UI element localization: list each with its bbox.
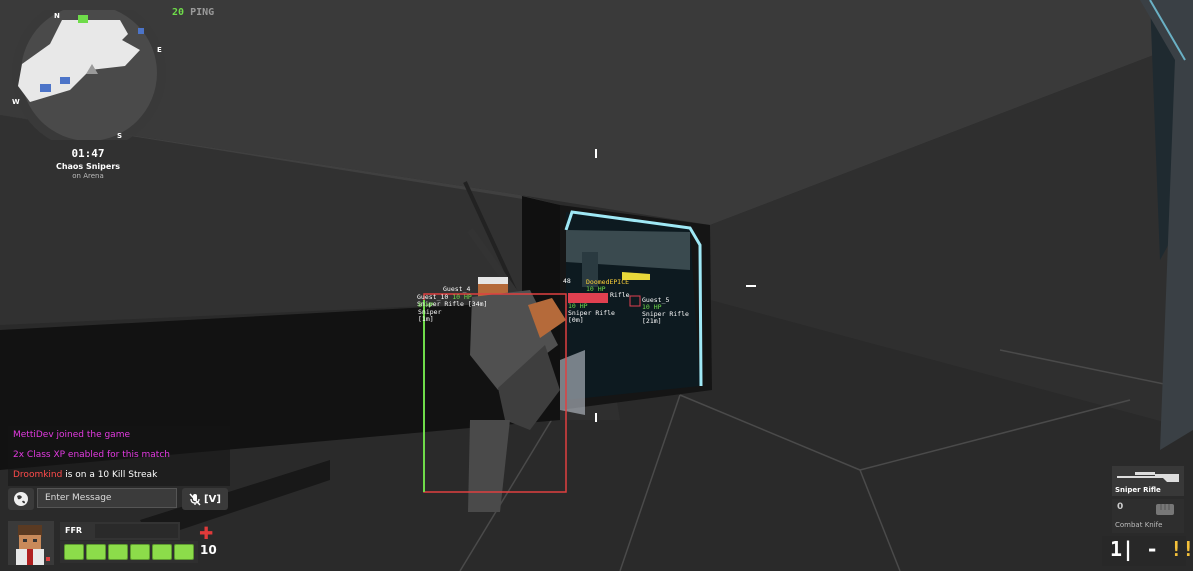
ping-label: PING [190,7,215,18]
nametag-dist: [0m] [568,316,584,324]
nametag-weapon: Rifle [610,291,630,299]
map-name: on Arena [72,172,104,180]
game-mode: Chaos Snipers [55,162,121,171]
ammo-dash: - [1146,537,1159,561]
chat-channel-button[interactable] [8,488,34,510]
chat-message-input[interactable] [37,488,177,508]
team-box: FFR [60,522,180,540]
health-segment [86,544,106,560]
health-bar [60,541,198,563]
chat-log: MettiDev joined the game 2x Class XP ena… [8,426,230,486]
chat-message-text: is on a 10 Kill Streak [62,470,158,480]
ammo-clip: 1 [1110,537,1123,561]
nametag-dist: [21m] [642,317,662,325]
secondary-slot-number: 0 [1117,502,1124,512]
health-segment [108,544,128,560]
weapon-slot-primary[interactable]: Sniper Rifle [1112,466,1184,496]
ammo-reserve: !!! [1170,537,1193,561]
match-timer: 01:47 [71,147,105,160]
chat-player-name: Droomkind [13,470,63,480]
health-segment [174,544,194,560]
minimap: N E S W [12,10,166,140]
globe-icon [14,492,28,506]
nametag: 8 HP Sniper [1m] [418,302,441,323]
avatar [8,521,54,565]
ping-indicator: 20 PING [172,7,214,18]
compass-e: E [157,46,162,54]
primary-weapon-name: Sniper Rifle [1115,486,1161,494]
team-bar [95,524,178,538]
compass-w: W [12,98,20,106]
nametag: 10 HP Sniper Rifle [0m] [568,303,615,324]
secondary-weapon-name: Combat Knife [1115,521,1163,529]
health-segment [130,544,150,560]
nametag: Guest_5 10 HP Sniper Rifle [21m] [642,297,689,325]
player-panel: FFR ✚ 10 [8,519,222,567]
chat-bar: [V] [8,487,230,511]
compass-s: S [117,132,122,140]
nametag-dist: [1m] [418,315,434,323]
health-segment [64,544,84,560]
ammo-counter: 1| - !!! [1102,536,1193,566]
weapon-slots: Sniper Rifle 0 Combat Knife [1112,466,1184,536]
nametag-name: 48 [563,277,571,285]
health-value: 10 [200,543,217,557]
nametag-hp: 10 HP [586,285,606,293]
weapon-slot-secondary[interactable]: 0 Combat Knife [1112,499,1184,533]
health-cross-icon: ✚ [199,524,214,544]
nametag: 48 [563,278,571,285]
mic-off-icon [189,492,201,506]
chat-message: Droomkind is on a 10 Kill Streak [13,470,157,480]
fist-icon [1156,504,1174,515]
chat-message: MettiDev joined the game [13,430,130,440]
voice-chat-button[interactable]: [V] [182,488,228,510]
nametag-dist: [34m] [467,300,488,308]
chat-message: 2x Class XP enabled for this match [13,450,170,460]
compass-n: N [54,12,60,20]
health-segment [152,544,172,560]
sniper-rifle-icon [1117,472,1179,482]
nametag: Rifle [610,292,630,299]
ping-value: 20 [172,7,185,18]
voice-key-label: [V] [204,493,221,505]
ammo-separator: | [1122,537,1135,561]
nametag: Guest_4 [443,286,470,293]
nametag-name: Guest_4 [443,285,471,293]
team-label: FFR [65,526,83,535]
